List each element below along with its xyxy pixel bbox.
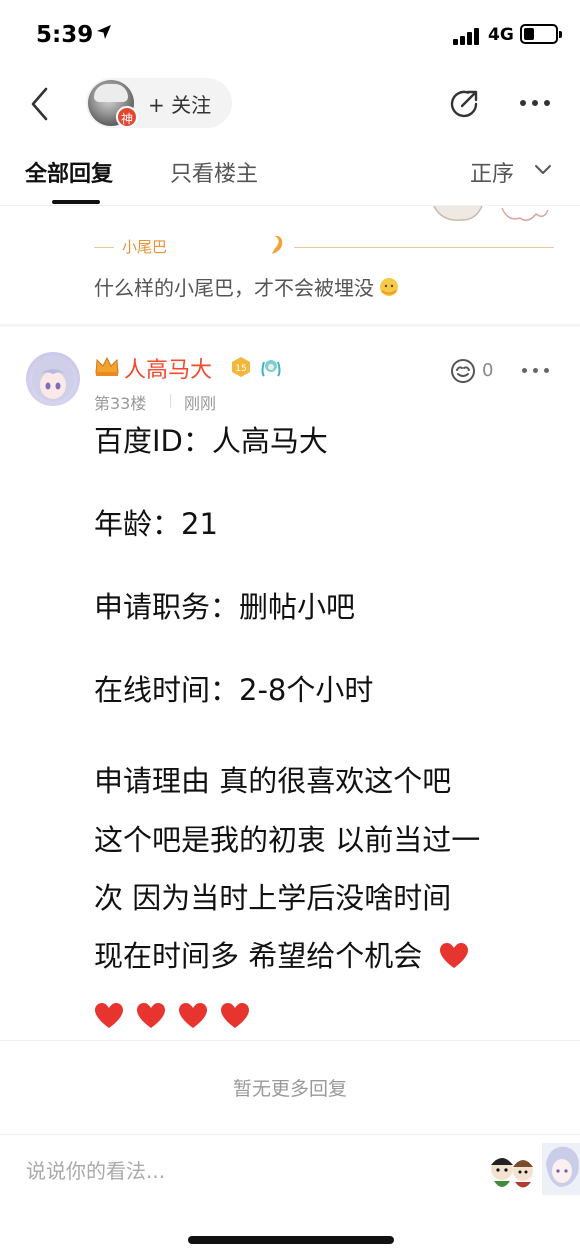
section-divider (0, 324, 580, 327)
god-badge: 神 (116, 106, 138, 128)
active-tab-indicator (52, 200, 100, 204)
meta-separator (170, 394, 171, 408)
sticker-image (433, 206, 549, 221)
reply-tabs: 全部回复 只看楼主 正序 (0, 136, 580, 206)
post-detail-page: 5:39 4G 神 + 关注 全部回复 只看楼主 正序 小尾巴 什么样的小尾巴，… (0, 0, 580, 1256)
signature-tail: 小尾巴 (94, 234, 554, 260)
floor-number: 第33楼 (94, 394, 147, 413)
heart-row (94, 985, 554, 1047)
level-number: 15 (235, 364, 246, 374)
heart-emoji-icon (178, 989, 208, 1028)
cellular-signal-icon (453, 27, 481, 45)
reply-more-options-icon[interactable] (522, 368, 550, 374)
comment-bar: 说说你的看法... (0, 1134, 580, 1206)
network-type: 4G (488, 25, 514, 45)
reply-username[interactable]: 人高马大 (124, 352, 212, 384)
back-arrow-icon[interactable] (26, 86, 56, 122)
crown-badge-icon (95, 356, 119, 376)
follow-button[interactable]: + 关注 (148, 89, 211, 118)
tail-text-content: 什么样的小尾巴，才不会被埋没 (94, 276, 374, 300)
anime-avatar-icon (31, 358, 75, 402)
content-line: 百度ID：人高马大 (94, 424, 328, 458)
no-more-replies-text: 暂无更多回复 (232, 1078, 347, 1100)
emoji-icon (380, 278, 398, 296)
tail-text: 什么样的小尾巴，才不会被埋没 (94, 272, 400, 301)
heart-emoji-icon (136, 989, 166, 1028)
tail-divider-left (94, 247, 114, 248)
share-icon[interactable] (446, 86, 482, 122)
sticker-thumbnail-icon[interactable] (542, 1143, 580, 1195)
chevron-down-icon[interactable] (534, 164, 552, 176)
heart-emoji-icon (94, 989, 124, 1028)
tail-flame-icon (272, 235, 283, 254)
like-count: 0 (482, 360, 494, 381)
level-badge-icon: 15 (232, 357, 250, 377)
tail-label: 小尾巴 (122, 238, 168, 256)
content-line: 这个吧是我的初衷 以前当过一 (94, 823, 481, 857)
content-line: 申请职务：删帖小吧 (94, 590, 356, 624)
status-bar: 5:39 4G (0, 0, 580, 70)
more-options-icon[interactable] (518, 100, 552, 108)
sticker-thumbnail-icon[interactable] (486, 1147, 538, 1195)
like-icon[interactable] (450, 358, 476, 384)
nav-bar: 神 + 关注 (0, 70, 580, 136)
post-time: 刚刚 (184, 394, 217, 413)
tab-all-replies[interactable]: 全部回复 (25, 156, 113, 188)
reply-content: 百度ID：人高马大 年龄：21 申请职务：删帖小吧 在线时间：2-8个小时 申请… (94, 420, 554, 1047)
content-line: 次 因为当时上学后没啥时间 (94, 881, 452, 915)
section-divider (0, 1040, 580, 1041)
content-line: 年龄：21 (94, 507, 218, 541)
content-line: 申请理由 真的很喜欢这个吧 (94, 764, 452, 798)
sort-order-selector[interactable]: 正序 (470, 156, 514, 188)
tail-divider-right (294, 247, 554, 248)
author-follow-pill[interactable]: 神 + 关注 (86, 78, 232, 128)
character-badge-icon (261, 360, 281, 377)
location-arrow-icon (97, 25, 111, 39)
content-line: 现在时间多 希望给个机会 (94, 939, 423, 973)
content-line: 在线时间：2-8个小时 (94, 673, 374, 707)
content-line-with-heart: 现在时间多 希望给个机会 (94, 927, 554, 985)
tab-owner-only[interactable]: 只看楼主 (170, 156, 258, 188)
home-indicator (188, 1236, 394, 1244)
comment-input[interactable]: 说说你的看法... (26, 1155, 165, 1184)
heart-emoji-icon (439, 931, 469, 968)
status-time: 5:39 (36, 22, 94, 48)
reply-author-avatar[interactable] (26, 352, 80, 406)
heart-emoji-icon (220, 989, 250, 1028)
battery-icon (520, 24, 562, 44)
